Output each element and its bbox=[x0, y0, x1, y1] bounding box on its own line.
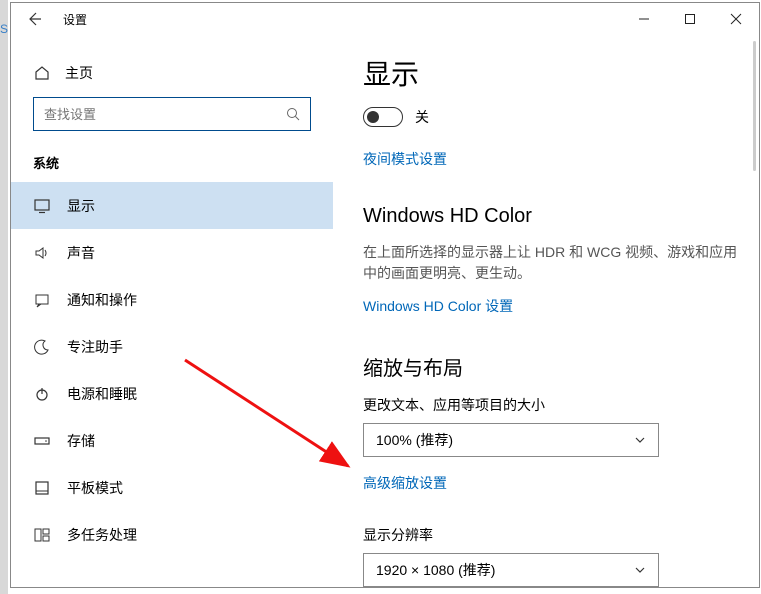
scrollbar[interactable] bbox=[753, 41, 756, 171]
content-area: 主页 系统 显示 声音 通知和操作 bbox=[11, 35, 759, 587]
maximize-button[interactable] bbox=[667, 3, 713, 35]
resolution-select[interactable]: 1920 × 1080 (推荐) bbox=[363, 553, 659, 587]
hdcolor-heading: Windows HD Color bbox=[363, 205, 739, 228]
nav-label: 专注助手 bbox=[67, 337, 123, 357]
advanced-scale-link[interactable]: 高级缩放设置 bbox=[363, 473, 447, 493]
close-icon bbox=[730, 13, 742, 25]
nav-item-multitask[interactable]: 多任务处理 bbox=[11, 511, 333, 558]
nav-label: 电源和睡眠 bbox=[67, 384, 137, 404]
hdcolor-desc: 在上面所选择的显示器上让 HDR 和 WCG 视频、游戏和应用中的画面更明亮、更… bbox=[363, 242, 739, 284]
scale-value: 100% (推荐) bbox=[376, 430, 634, 450]
settings-window: 设置 主页 系统 显示 bbox=[10, 2, 760, 588]
search-input[interactable] bbox=[44, 107, 286, 122]
chevron-down-icon bbox=[634, 434, 646, 446]
nav-item-storage[interactable]: 存储 bbox=[11, 417, 333, 464]
night-toggle[interactable] bbox=[363, 107, 403, 127]
nav-item-tablet[interactable]: 平板模式 bbox=[11, 464, 333, 511]
minimize-icon bbox=[638, 13, 650, 25]
toggle-state-label: 关 bbox=[415, 107, 429, 127]
nav-label: 平板模式 bbox=[67, 478, 123, 498]
storage-icon bbox=[33, 432, 51, 450]
resolution-value: 1920 × 1080 (推荐) bbox=[376, 560, 634, 580]
minimize-button[interactable] bbox=[621, 3, 667, 35]
page-title: 显示 bbox=[363, 53, 739, 93]
maximize-icon bbox=[684, 13, 696, 25]
window-title: 设置 bbox=[63, 11, 87, 28]
multitask-icon bbox=[33, 526, 51, 544]
nav-item-focus[interactable]: 专注助手 bbox=[11, 323, 333, 370]
nav-item-display[interactable]: 显示 bbox=[11, 182, 333, 229]
monitor-icon bbox=[33, 197, 51, 215]
chevron-down-icon bbox=[634, 564, 646, 576]
scale-heading: 缩放与布局 bbox=[363, 352, 739, 381]
arrow-left-icon bbox=[25, 10, 43, 28]
nav-item-power[interactable]: 电源和睡眠 bbox=[11, 370, 333, 417]
back-button[interactable] bbox=[11, 10, 57, 28]
nav-label: 多任务处理 bbox=[67, 525, 137, 545]
nav-label: 通知和操作 bbox=[67, 290, 137, 310]
speaker-icon bbox=[33, 244, 51, 262]
window-controls bbox=[621, 3, 759, 35]
nav-label: 存储 bbox=[67, 431, 95, 451]
nav-item-notifications[interactable]: 通知和操作 bbox=[11, 276, 333, 323]
nav-label: 声音 bbox=[67, 243, 95, 263]
power-icon bbox=[33, 385, 51, 403]
night-mode-link[interactable]: 夜间模式设置 bbox=[363, 149, 447, 169]
tablet-icon bbox=[33, 479, 51, 497]
hdcolor-link[interactable]: Windows HD Color 设置 bbox=[363, 296, 513, 316]
sidebar: 主页 系统 显示 声音 通知和操作 bbox=[11, 35, 333, 587]
moon-icon bbox=[33, 338, 51, 356]
section-label: 系统 bbox=[11, 147, 333, 182]
search-box[interactable] bbox=[33, 97, 311, 131]
home-icon bbox=[33, 64, 51, 82]
search-icon bbox=[286, 107, 300, 121]
nav-label: 显示 bbox=[67, 196, 95, 216]
close-button[interactable] bbox=[713, 3, 759, 35]
home-label: 主页 bbox=[65, 63, 93, 83]
scale-select[interactable]: 100% (推荐) bbox=[363, 423, 659, 457]
scale-label: 更改文本、应用等项目的大小 bbox=[363, 395, 739, 415]
notification-icon bbox=[33, 291, 51, 309]
night-toggle-row: 关 bbox=[363, 107, 739, 127]
nav-item-sound[interactable]: 声音 bbox=[11, 229, 333, 276]
resolution-label: 显示分辨率 bbox=[363, 525, 739, 545]
nav-list: 显示 声音 通知和操作 专注助手 电源和睡眠 bbox=[11, 182, 333, 558]
main-panel: 显示 关 夜间模式设置 Windows HD Color 在上面所选择的显示器上… bbox=[333, 35, 759, 587]
titlebar: 设置 bbox=[11, 3, 759, 35]
home-link[interactable]: 主页 bbox=[11, 59, 333, 97]
